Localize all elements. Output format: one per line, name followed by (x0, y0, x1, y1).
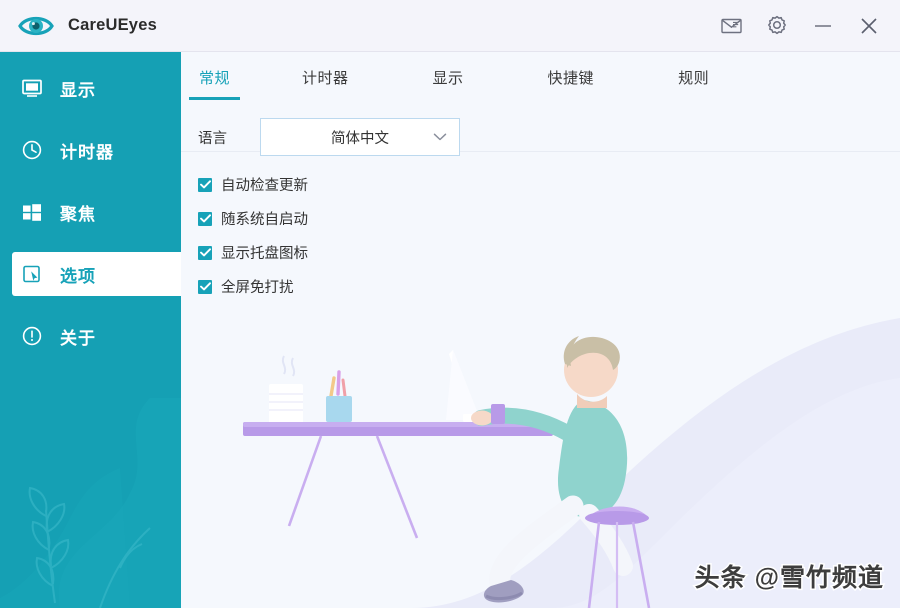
checkbox-run-at-startup[interactable]: 随系统自启动 (198, 206, 900, 231)
sidebar-item-label: 选项 (60, 262, 96, 287)
language-row: 语言 简体中文 (198, 118, 900, 156)
language-select[interactable]: 简体中文 (260, 118, 460, 156)
tab-rules[interactable]: 规则 (668, 54, 719, 100)
envelope-icon (721, 17, 742, 34)
main-panel: 常规 计时器 显示 快捷键 规则 语言 (181, 52, 900, 608)
tab-timer[interactable]: 计时器 (292, 54, 359, 100)
app-title: CareUEyes (68, 16, 157, 35)
checkbox-label: 全屏免打扰 (221, 276, 294, 297)
eye-icon (16, 11, 56, 41)
sidebar: 显示 计时器 (0, 52, 181, 608)
language-select-value: 简体中文 (331, 127, 389, 148)
check-icon (198, 178, 212, 192)
cursor-box-icon (20, 262, 44, 286)
sidebar-item-options[interactable]: 选项 (12, 252, 181, 296)
sidebar-item-focus[interactable]: 聚焦 (0, 190, 181, 234)
close-button[interactable] (846, 0, 892, 52)
gear-icon (766, 15, 788, 37)
tab-label: 快捷键 (548, 67, 595, 88)
sidebar-item-timer[interactable]: 计时器 (0, 128, 181, 172)
tab-display[interactable]: 显示 (423, 54, 474, 100)
chevron-down-icon (433, 133, 447, 142)
general-settings-form: 语言 简体中文 自动检 (181, 100, 900, 299)
tab-label: 规则 (678, 67, 709, 88)
checkbox-list: 自动检查更新 随系统自启动 显示 (198, 172, 900, 299)
minimize-button[interactable] (800, 0, 846, 52)
checkbox-show-tray-icon[interactable]: 显示托盘图标 (198, 240, 900, 265)
checkbox-label: 自动检查更新 (221, 174, 308, 195)
check-icon (198, 212, 212, 226)
app-window: CareUEyes (0, 0, 900, 608)
sidebar-leaf-decoration (0, 398, 181, 608)
check-icon (198, 246, 212, 260)
windows-grid-icon (20, 200, 44, 224)
tab-general[interactable]: 常规 (189, 54, 240, 100)
checkbox-auto-update[interactable]: 自动检查更新 (198, 172, 900, 197)
info-circle-icon (20, 324, 44, 348)
language-label: 语言 (198, 127, 260, 148)
tab-label: 常规 (199, 67, 230, 88)
title-bar: CareUEyes (0, 0, 900, 52)
tab-label: 显示 (433, 67, 464, 88)
close-icon (858, 15, 880, 37)
watermark: 头条 @雪竹频道 (695, 558, 884, 594)
tab-bar: 常规 计时器 显示 快捷键 规则 (181, 52, 900, 100)
feedback-mail-button[interactable] (708, 0, 754, 52)
sidebar-item-label: 聚焦 (60, 200, 96, 225)
clock-icon (20, 138, 44, 162)
checkbox-label: 随系统自启动 (221, 208, 308, 229)
minimize-icon (812, 20, 834, 32)
sidebar-item-about[interactable]: 关于 (0, 314, 181, 358)
sidebar-item-display[interactable]: 显示 (0, 66, 181, 110)
settings-button[interactable] (754, 0, 800, 52)
tab-hotkeys[interactable]: 快捷键 (538, 54, 605, 100)
sidebar-nav: 显示 计时器 (0, 52, 181, 358)
app-brand: CareUEyes (0, 11, 157, 41)
window-controls (708, 0, 900, 52)
tab-label: 计时器 (302, 67, 349, 88)
checkbox-label: 显示托盘图标 (221, 242, 308, 263)
sidebar-item-label: 计时器 (60, 138, 114, 163)
check-icon (198, 280, 212, 294)
checkbox-fullscreen-dnd[interactable]: 全屏免打扰 (198, 274, 900, 299)
sidebar-item-label: 显示 (60, 76, 96, 101)
sidebar-item-label: 关于 (60, 324, 96, 349)
monitor-icon (20, 76, 44, 100)
